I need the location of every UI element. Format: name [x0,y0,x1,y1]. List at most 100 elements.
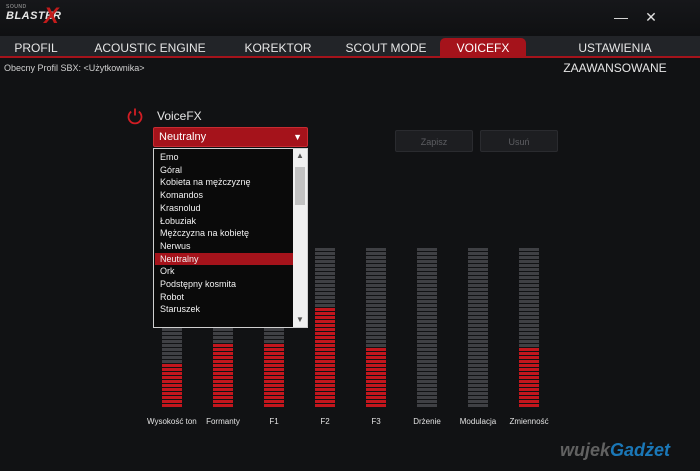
minimize-button[interactable]: — [612,8,630,26]
dropdown-option[interactable]: Ork [155,265,293,278]
close-button[interactable]: ✕ [642,8,660,26]
dropdown-option[interactable]: Łobuziak [155,215,293,228]
save-button[interactable]: Zapisz [395,130,473,152]
current-profile-label: Obecny Profil SBX: <Użytkownika> [4,63,145,73]
slider-segment [519,376,539,379]
slider-segment [519,360,539,363]
slider-segment [468,364,488,367]
slider-segment [366,352,386,355]
slider-segment [519,348,539,351]
slider-segment [315,296,335,299]
dropdown-option[interactable]: Komandos [155,189,293,202]
tab-korektor[interactable]: KOREKTOR [240,38,316,58]
slider-segment [468,280,488,283]
voicefx-preset-select[interactable]: Neutralny ▼ [153,127,308,147]
dropdown-option[interactable]: Nerwus [155,240,293,253]
slider-segment [315,368,335,371]
power-icon[interactable] [126,107,144,125]
slider-segment [315,264,335,267]
slider-segment [519,380,539,383]
slider-segment [468,356,488,359]
dropdown-scrollbar[interactable]: ▲ ▼ [293,149,307,327]
slider-segment [315,284,335,287]
dropdown-option[interactable]: Emo [155,151,293,164]
slider-segment [366,268,386,271]
slider-segment [519,344,539,347]
voice-slider[interactable] [519,248,539,408]
slider-segment [264,340,284,343]
tab-acoustic-engine[interactable]: ACOUSTIC ENGINE [92,38,208,58]
slider-segment [519,280,539,283]
slider-segment [519,304,539,307]
preset-dropdown-list[interactable]: Emo Góral Kobieta na mężczyznę Komandos Kras… [153,148,308,328]
slider-segment [315,392,335,395]
slider-segment [213,356,233,359]
slider-segment [468,312,488,315]
slider-segment [264,348,284,351]
slider-segment [315,400,335,403]
tab-voicefx[interactable]: VOICEFX [440,38,526,58]
slider-segment [519,248,539,251]
slider-segment [366,292,386,295]
delete-button[interactable]: Usuń [480,130,558,152]
slider-segment [264,376,284,379]
dropdown-option[interactable]: Staruszek [155,303,293,316]
slider-segment [417,264,437,267]
slider-segment [315,280,335,283]
slider-segment [264,344,284,347]
slider-label: F2 [320,417,330,426]
slider-segment [519,328,539,331]
slider-segment [213,344,233,347]
slider-segment [519,292,539,295]
slider-segment [366,320,386,323]
scroll-thumb[interactable] [295,167,305,205]
dropdown-option[interactable]: Krasnolud [155,202,293,215]
slider-segment [468,332,488,335]
slider-segment [264,384,284,387]
slider-segment [417,392,437,395]
tab-profil[interactable]: PROFIL [4,38,68,58]
slider-segment [519,284,539,287]
slider-segment [366,304,386,307]
slider-segment [162,328,182,331]
slider-segment [162,332,182,335]
scroll-down-icon[interactable]: ▼ [293,313,307,327]
slider-segment [162,400,182,403]
tab-scout-mode[interactable]: SCOUT MODE [340,38,432,58]
tab-bar: PROFIL ACOUSTIC ENGINE KOREKTOR SCOUT MO… [0,36,700,75]
dropdown-option[interactable]: Robot [155,291,293,304]
slider-segment [366,252,386,255]
voice-slider[interactable] [417,248,437,408]
slider-segment [468,404,488,407]
slider-segment [162,392,182,395]
slider-segment [468,300,488,303]
slider-segment [315,300,335,303]
slider-segment [519,352,539,355]
voicefx-label: VoiceFX [157,109,202,123]
voice-slider[interactable] [315,248,335,408]
dropdown-option[interactable]: Neutralny [155,252,293,266]
slider-segment [315,376,335,379]
dropdown-option[interactable]: Mężczyzna na kobietę [155,227,293,240]
tab-ustawienia-zaawansowane[interactable]: USTAWIENIA ZAAWANSOWANE [530,38,700,75]
slider-segment [366,272,386,275]
slider-segment [468,340,488,343]
slider-segment [417,276,437,279]
slider-segment [417,324,437,327]
chevron-down-icon: ▼ [293,132,302,142]
dropdown-option[interactable]: Podstępny kosmita [155,278,293,291]
slider-segment [315,272,335,275]
dropdown-option[interactable]: Góral [155,164,293,177]
slider-segment [315,388,335,391]
slider-segment [468,400,488,403]
slider-segment [366,288,386,291]
slider-segment [315,288,335,291]
slider-segment [264,336,284,339]
voice-slider[interactable] [366,248,386,408]
slider-segment [162,336,182,339]
slider-segment [519,336,539,339]
voice-slider[interactable] [468,248,488,408]
dropdown-option[interactable]: Kobieta na mężczyznę [155,176,293,189]
scroll-up-icon[interactable]: ▲ [293,149,307,163]
slider-segment [315,312,335,315]
